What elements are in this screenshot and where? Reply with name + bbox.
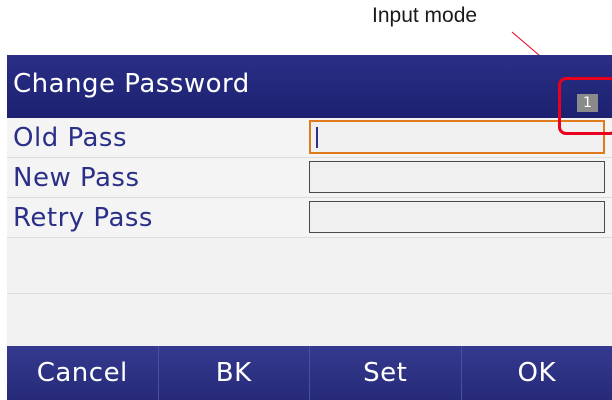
new-pass-label: New Pass bbox=[13, 163, 140, 193]
form-row-retry-pass: Retry Pass bbox=[7, 198, 612, 238]
cancel-softkey[interactable]: Cancel bbox=[7, 346, 159, 400]
title-bar: Change Password 1 bbox=[7, 55, 612, 118]
set-softkey[interactable]: Set bbox=[310, 346, 462, 400]
new-pass-input[interactable] bbox=[309, 161, 605, 193]
form-row-old-pass: Old Pass bbox=[7, 118, 612, 158]
retry-pass-label: Retry Pass bbox=[13, 203, 153, 233]
bk-softkey[interactable]: BK bbox=[159, 346, 310, 400]
empty-row bbox=[7, 238, 612, 294]
old-pass-label: Old Pass bbox=[13, 123, 127, 153]
ok-softkey[interactable]: OK bbox=[462, 346, 612, 400]
input-mode-callout-label: Input mode bbox=[372, 4, 478, 27]
input-mode-highlight bbox=[558, 77, 612, 135]
phone-screen: Change Password 1 Old Pass New Pass Retr… bbox=[7, 55, 612, 400]
retry-pass-input[interactable] bbox=[309, 201, 605, 233]
empty-row bbox=[7, 294, 612, 346]
softkey-bar: Cancel BK Set OK bbox=[7, 346, 612, 400]
text-cursor bbox=[316, 127, 318, 148]
page-title: Change Password bbox=[13, 69, 250, 99]
form-row-new-pass: New Pass bbox=[7, 158, 612, 198]
